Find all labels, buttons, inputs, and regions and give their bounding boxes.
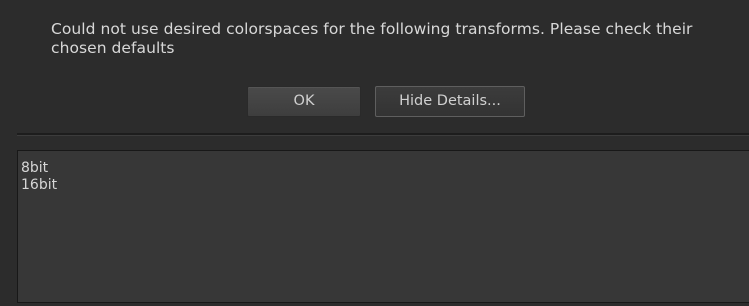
dialog-message: Could not use desired colorspaces for th… — [51, 20, 693, 57]
hide-details-button[interactable]: Hide Details... — [375, 86, 525, 117]
details-line: 8bit — [21, 160, 49, 176]
details-line: 16bit — [21, 177, 58, 193]
ok-button[interactable]: OK — [247, 86, 361, 117]
message-dialog: Could not use desired colorspaces for th… — [0, 0, 749, 306]
details-text-area[interactable]: 8bit 16bit — [17, 150, 749, 303]
dialog-divider — [17, 133, 749, 136]
